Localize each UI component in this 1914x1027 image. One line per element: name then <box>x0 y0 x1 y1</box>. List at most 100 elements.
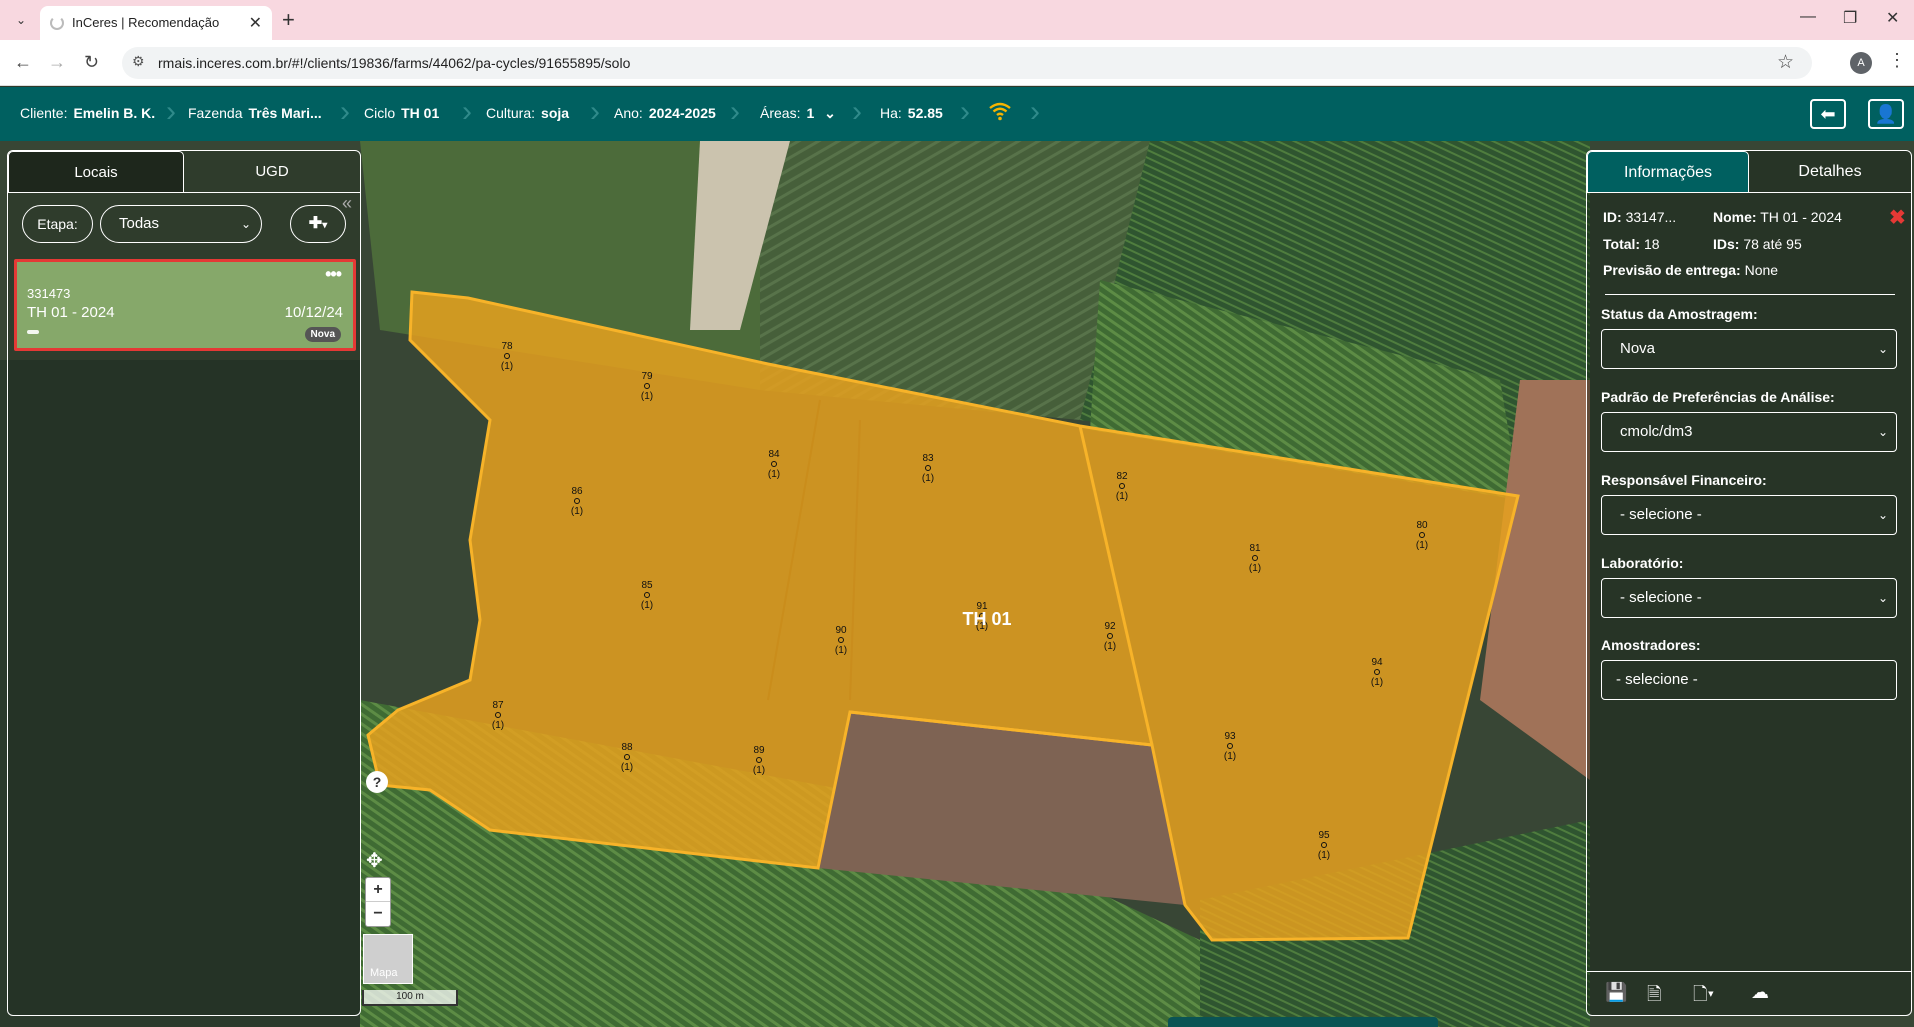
close-window-icon[interactable]: ✕ <box>1886 8 1899 28</box>
browser-tab[interactable]: InCeres | Recomendação ✕ <box>40 6 272 40</box>
profile-avatar[interactable]: A <box>1850 52 1872 74</box>
lab-label: Laboratório: <box>1601 555 1684 571</box>
etapa-select-value: Todas <box>119 215 160 232</box>
close-tab-icon[interactable]: ✕ <box>249 13 262 33</box>
save-icon[interactable]: 💾 <box>1605 982 1627 1003</box>
reload-icon[interactable]: ↻ <box>84 52 99 73</box>
id-row: ID: 33147... <box>1603 209 1676 225</box>
resp-select[interactable]: - selecione - ⌄ <box>1601 495 1897 535</box>
ciclo-label: Ciclo <box>364 105 396 121</box>
breadcrumb-separator-icon: › <box>730 95 740 128</box>
browser-tab-bar: ⌄ InCeres | Recomendação ✕ + — ❐ ✕ <box>0 0 1914 40</box>
ids-value: 78 até 95 <box>1743 236 1802 252</box>
point-id: 81 <box>1249 543 1261 554</box>
point-id: 85 <box>641 580 653 591</box>
padrao-select[interactable]: cmolc/dm3 ⌄ <box>1601 412 1897 452</box>
point-count: (1) <box>835 645 847 656</box>
cultura-value: soja <box>541 105 570 121</box>
point-count: (1) <box>753 765 765 776</box>
point-id: 80 <box>1416 520 1428 531</box>
sampling-card[interactable]: ••• 331473 TH 01 - 2024 10/12/24 Nova <box>14 259 356 351</box>
status-badge: Nova <box>304 327 341 342</box>
total-row: Total: 18 <box>1603 236 1660 252</box>
bookmark-star-icon[interactable]: ☆ <box>1777 51 1794 74</box>
tab-detalhes[interactable]: Detalhes <box>1749 151 1911 193</box>
point-count: (1) <box>1416 540 1428 551</box>
fazenda-value: Três Mari... <box>248 105 322 121</box>
breadcrumb-separator-icon: › <box>960 95 970 128</box>
id-value: 33147... <box>1625 209 1677 225</box>
back-icon[interactable]: ← <box>14 52 32 73</box>
breadcrumb-fazenda[interactable]: Fazenda Três Mari... <box>188 105 322 121</box>
excel-file-icon[interactable]: 🗎 <box>1647 982 1661 1012</box>
pan-move-icon[interactable]: ✥ <box>366 848 383 873</box>
breadcrumb-cultura[interactable]: Cultura: soja <box>486 105 569 121</box>
point-count: (1) <box>641 391 653 402</box>
minimize-icon[interactable]: — <box>1800 8 1816 26</box>
padrao-select-value: cmolc/dm3 <box>1620 423 1693 440</box>
amostr-input[interactable]: - selecione - <box>1601 660 1897 700</box>
lab-select[interactable]: - selecione - ⌄ <box>1601 578 1897 618</box>
add-dropdown-button[interactable]: ✚▾ <box>290 205 346 243</box>
url-field[interactable]: ⚙ rmais.inceres.com.br/#!/clients/19836/… <box>122 47 1812 79</box>
help-button[interactable]: ? <box>366 771 388 793</box>
zoom-out-button[interactable]: − <box>366 902 390 926</box>
areas-label: Áreas: <box>760 105 801 121</box>
point-id: 78 <box>501 341 513 352</box>
fazenda-label: Fazenda <box>188 105 243 121</box>
point-id: 88 <box>621 742 633 753</box>
chevron-down-icon: ⌄ <box>1877 342 1888 356</box>
nome-value: TH 01 - 2024 <box>1760 209 1842 225</box>
total-value: 18 <box>1643 236 1660 252</box>
etapa-label: Etapa: <box>22 205 93 243</box>
previsao-value: None <box>1744 262 1779 278</box>
back-button[interactable]: ⬅ <box>1810 99 1846 129</box>
user-button[interactable]: 👤 <box>1868 99 1904 129</box>
restore-icon[interactable]: ❐ <box>1843 8 1857 28</box>
breadcrumb-separator-icon: › <box>340 95 350 128</box>
tab-locais[interactable]: Locais <box>8 151 184 193</box>
id-label: ID: <box>1603 209 1622 225</box>
breadcrumb-ciclo[interactable]: Ciclo TH 01 <box>364 105 439 121</box>
breadcrumb-cliente[interactable]: Cliente: Emelin B. K. <box>20 105 155 121</box>
tab-ugd[interactable]: UGD <box>184 151 360 193</box>
padrao-label: Padrão de Preferências de Análise: <box>1601 389 1835 405</box>
file-export-icon[interactable]: 🗋▾ <box>1693 982 1714 1012</box>
collapse-panel-icon[interactable]: « <box>342 193 352 214</box>
caret-icon: ▾ <box>322 220 328 231</box>
breadcrumb-ano[interactable]: Ano: 2024-2025 <box>614 105 716 121</box>
tab-list-chevron-icon[interactable]: ⌄ <box>10 9 32 31</box>
previsao-row: Previsão de entrega: None <box>1603 262 1778 278</box>
zoom-control: + − <box>365 877 391 927</box>
ciclo-value: TH 01 <box>401 105 440 121</box>
right-panel: Informações Detalhes ID: 33147... Nome: … <box>1586 150 1912 1016</box>
point-id: 90 <box>835 625 847 636</box>
breadcrumb-areas[interactable]: Áreas: 1 ⌄ <box>760 105 836 122</box>
zoom-in-button[interactable]: + <box>366 878 390 902</box>
forward-icon[interactable]: → <box>48 52 66 73</box>
point-count: (1) <box>922 473 934 484</box>
site-settings-icon[interactable]: ⚙ <box>132 53 145 70</box>
close-icon[interactable]: ✖ <box>1889 205 1906 230</box>
browser-menu-icon[interactable]: ⋮ <box>1888 50 1906 71</box>
cliente-value: Emelin B. K. <box>73 105 156 121</box>
loading-spinner-icon <box>50 16 64 30</box>
point-count: (1) <box>1249 563 1261 574</box>
amostr-label: Amostradores: <box>1601 637 1701 653</box>
etapa-select[interactable]: Todas ⌄ <box>100 205 262 243</box>
more-options-icon[interactable]: ••• <box>325 264 342 285</box>
previsao-label: Previsão de entrega: <box>1603 262 1741 278</box>
chevron-down-icon: ⌄ <box>1877 425 1888 439</box>
status-select[interactable]: Nova ⌄ <box>1601 329 1897 369</box>
ano-value: 2024-2025 <box>648 105 716 121</box>
panel-footer: 💾 🗎 🗋▾ ☁ <box>1587 971 1911 1015</box>
layer-toggle-button[interactable]: Mapa <box>363 934 413 984</box>
tab-informacoes[interactable]: Informações <box>1587 151 1749 193</box>
cloud-upload-icon[interactable]: ☁ <box>1751 982 1769 1003</box>
point-id: 83 <box>922 453 934 464</box>
point-count: (1) <box>1104 641 1116 652</box>
point-count: (1) <box>641 600 653 611</box>
app-header: Cliente: Emelin B. K. › Fazenda Três Mari.… <box>0 87 1914 141</box>
new-tab-icon[interactable]: + <box>282 7 295 33</box>
field-label: TH 01 <box>962 609 1011 629</box>
